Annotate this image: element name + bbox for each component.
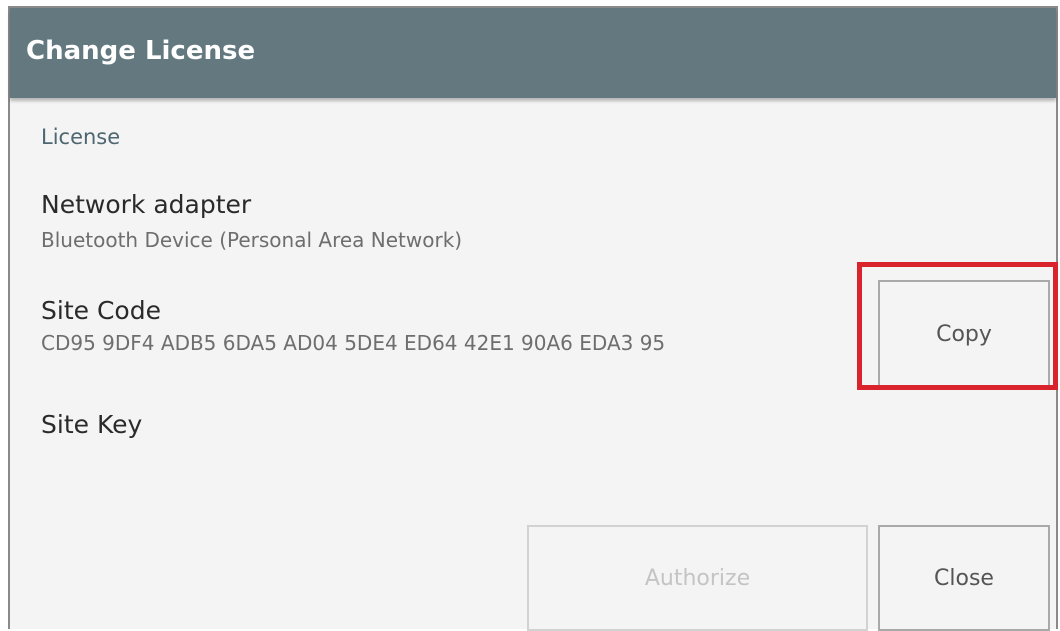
- network-adapter-label: Network adapter: [41, 190, 252, 219]
- close-button[interactable]: Close: [878, 525, 1050, 631]
- license-section-label: License: [41, 125, 121, 149]
- site-code-label: Site Code: [41, 296, 161, 325]
- dialog-titlebar: Change License: [10, 8, 1056, 98]
- site-key-label: Site Key: [41, 410, 143, 439]
- change-license-dialog: Change License License Network adapter B…: [8, 6, 1058, 631]
- copy-button[interactable]: Copy: [878, 280, 1050, 388]
- site-code-value: CD95 9DF4 ADB5 6DA5 AD04 5DE4 ED64 42E1 …: [41, 331, 666, 355]
- authorize-button: Authorize: [527, 525, 868, 631]
- dialog-title: Change License: [26, 36, 256, 66]
- network-adapter-value: Bluetooth Device (Personal Area Network): [41, 228, 463, 252]
